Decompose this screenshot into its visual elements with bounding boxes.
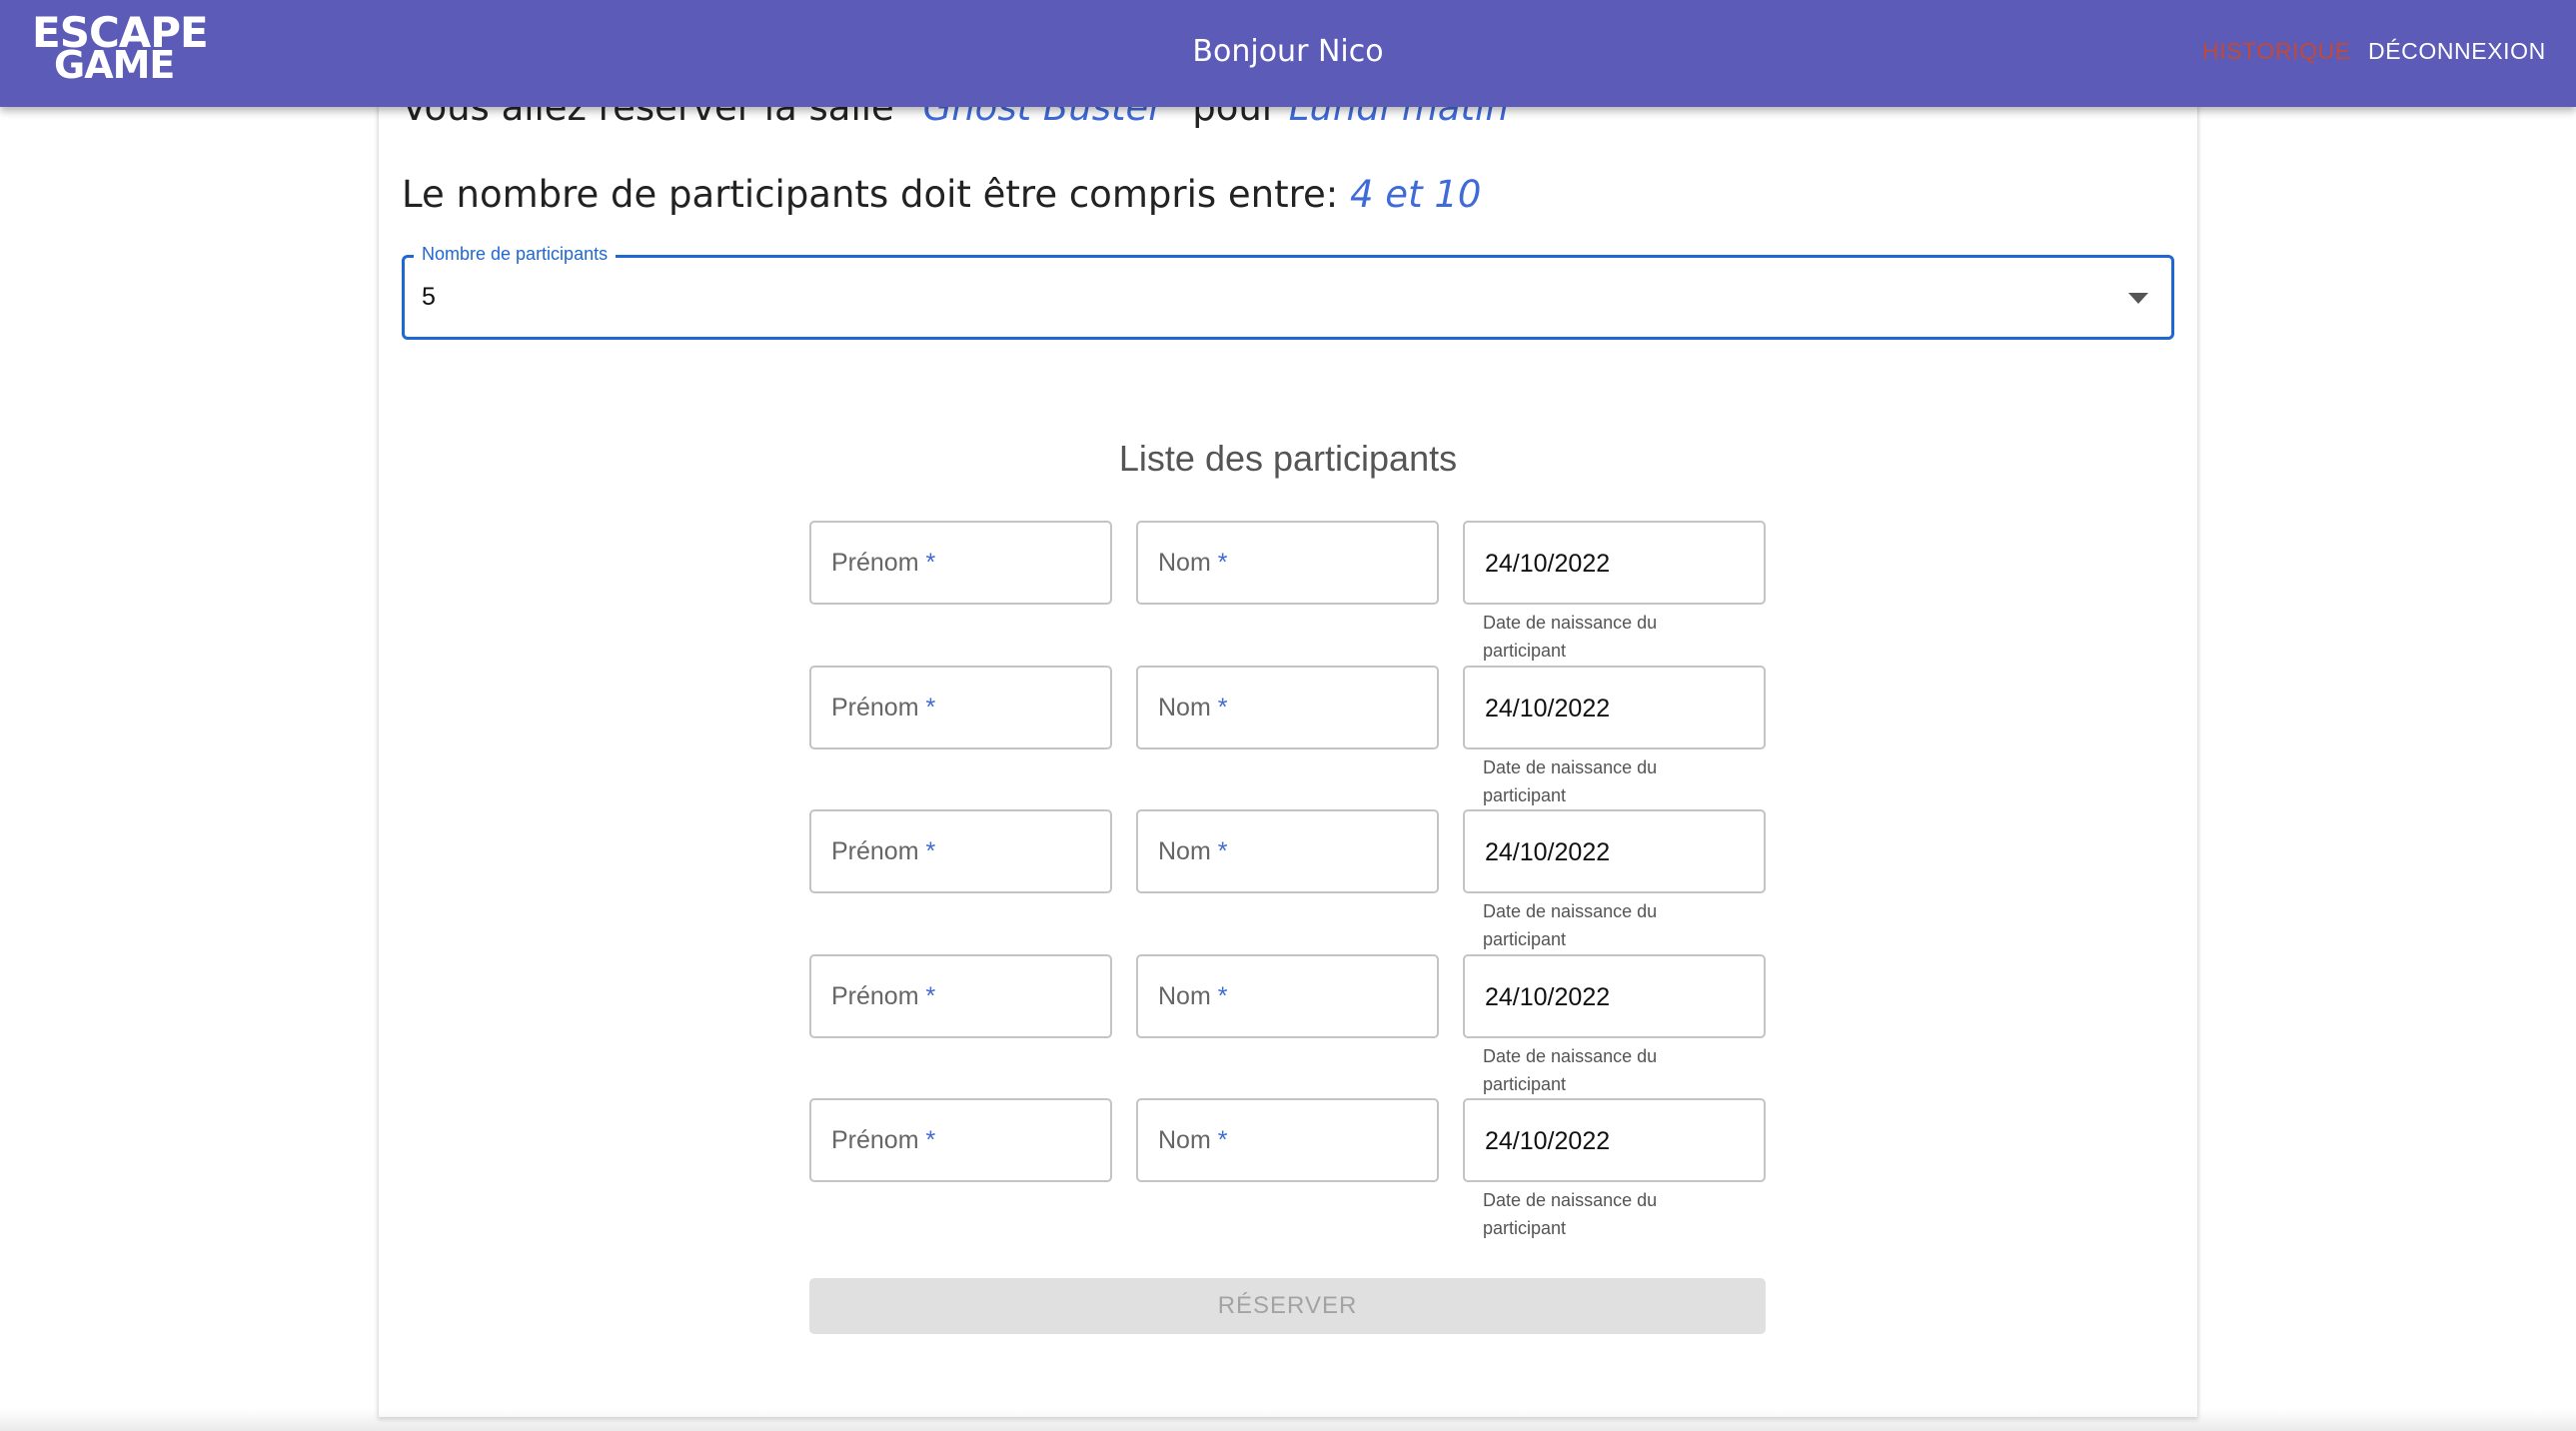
- first-name-label: Prénom: [831, 837, 919, 865]
- last-name-field[interactable]: Nom *: [1136, 1098, 1439, 1182]
- first-name-placeholder: Prénom *: [831, 1126, 935, 1155]
- birthdate-field[interactable]: 24/10/2022: [1463, 1098, 1766, 1182]
- birthdate-value: 24/10/2022: [1485, 983, 1611, 1011]
- required-mark: *: [925, 694, 936, 721]
- participants-count-select[interactable]: [402, 255, 2174, 340]
- last-name-placeholder: Nom *: [1158, 549, 1227, 578]
- birthdate-helper-text: Date de naissance du participant: [1483, 613, 1658, 661]
- first-name-field[interactable]: Prénom *: [809, 809, 1112, 893]
- birthdate-helper-text: Date de naissance du participant: [1483, 757, 1658, 805]
- birthdate-field[interactable]: 24/10/2022: [1463, 809, 1766, 893]
- reserve-button[interactable]: RÉSERVER: [809, 1278, 1766, 1334]
- nav-historique-link[interactable]: HISTORIQUE: [2202, 38, 2351, 65]
- range-prefix: Le nombre de participants doit être comp…: [402, 173, 1350, 216]
- logo-line-2: GAME: [54, 43, 175, 87]
- first-name-placeholder: Prénom *: [831, 837, 935, 866]
- first-name-label: Prénom: [831, 982, 919, 1010]
- first-name-field[interactable]: Prénom *: [809, 521, 1112, 605]
- nav-deconnexion-link[interactable]: DÉCONNEXION: [2368, 38, 2546, 65]
- birthdate-field[interactable]: 24/10/2022: [1463, 954, 1766, 1038]
- first-name-label: Prénom: [831, 549, 919, 577]
- last-name-label: Nom: [1158, 837, 1211, 865]
- first-name-placeholder: Prénom *: [831, 982, 935, 1011]
- last-name-field[interactable]: Nom *: [1136, 809, 1439, 893]
- first-name-label: Prénom: [831, 1126, 919, 1154]
- birthdate-field[interactable]: 24/10/2022: [1463, 666, 1766, 749]
- required-mark: *: [1217, 549, 1228, 577]
- participant-range: 4 et 10: [1350, 173, 1482, 216]
- required-mark: *: [925, 549, 936, 577]
- first-name-field[interactable]: Prénom *: [809, 666, 1112, 749]
- last-name-label: Nom: [1158, 694, 1211, 721]
- scroll-shadow: [0, 1409, 2576, 1431]
- required-mark: *: [925, 982, 936, 1010]
- required-mark: *: [1217, 694, 1228, 721]
- participants-count-value: 5: [422, 283, 436, 311]
- last-name-placeholder: Nom *: [1158, 982, 1227, 1011]
- last-name-label: Nom: [1158, 1126, 1211, 1154]
- last-name-placeholder: Nom *: [1158, 837, 1227, 866]
- birthdate-helper-text: Date de naissance du participant: [1483, 1190, 1658, 1238]
- required-mark: *: [1217, 837, 1228, 865]
- required-mark: *: [1217, 1126, 1228, 1154]
- required-mark: *: [925, 1126, 936, 1154]
- first-name-placeholder: Prénom *: [831, 549, 935, 578]
- birthdate-value: 24/10/2022: [1485, 1127, 1611, 1155]
- birthdate-helper-text: Date de naissance du participant: [1483, 901, 1658, 949]
- birthdate-value: 24/10/2022: [1485, 550, 1611, 578]
- last-name-field[interactable]: Nom *: [1136, 954, 1439, 1038]
- first-name-field[interactable]: Prénom *: [809, 954, 1112, 1038]
- participant-list-title: Liste des participants: [1118, 438, 1458, 479]
- last-name-label: Nom: [1158, 549, 1211, 577]
- first-name-placeholder: Prénom *: [831, 694, 935, 722]
- app-bar: ESCAPE GAME Bonjour Nico HISTORIQUE DÉCO…: [0, 0, 2576, 107]
- birthdate-field[interactable]: 24/10/2022: [1463, 521, 1766, 605]
- required-mark: *: [925, 837, 936, 865]
- birthdate-helper-text: Date de naissance du participant: [1483, 1046, 1658, 1094]
- birthdate-value: 24/10/2022: [1485, 695, 1611, 722]
- greeting-container: Bonjour Nico: [0, 34, 2576, 69]
- last-name-field[interactable]: Nom *: [1136, 521, 1439, 605]
- participant-range-text: Le nombre de participants doit être comp…: [402, 173, 1481, 216]
- last-name-placeholder: Nom *: [1158, 1126, 1227, 1155]
- last-name-placeholder: Nom *: [1158, 694, 1227, 722]
- last-name-field[interactable]: Nom *: [1136, 666, 1439, 749]
- first-name-label: Prénom: [831, 694, 919, 721]
- required-mark: *: [1217, 982, 1228, 1010]
- birthdate-value: 24/10/2022: [1485, 838, 1611, 866]
- greeting: Bonjour Nico: [1192, 34, 1384, 69]
- first-name-field[interactable]: Prénom *: [809, 1098, 1112, 1182]
- last-name-label: Nom: [1158, 982, 1211, 1010]
- escape-game-logo[interactable]: ESCAPE GAME: [32, 12, 209, 85]
- participants-count-label: Nombre de participants: [414, 244, 617, 265]
- dropdown-arrow-icon[interactable]: [2128, 293, 2148, 304]
